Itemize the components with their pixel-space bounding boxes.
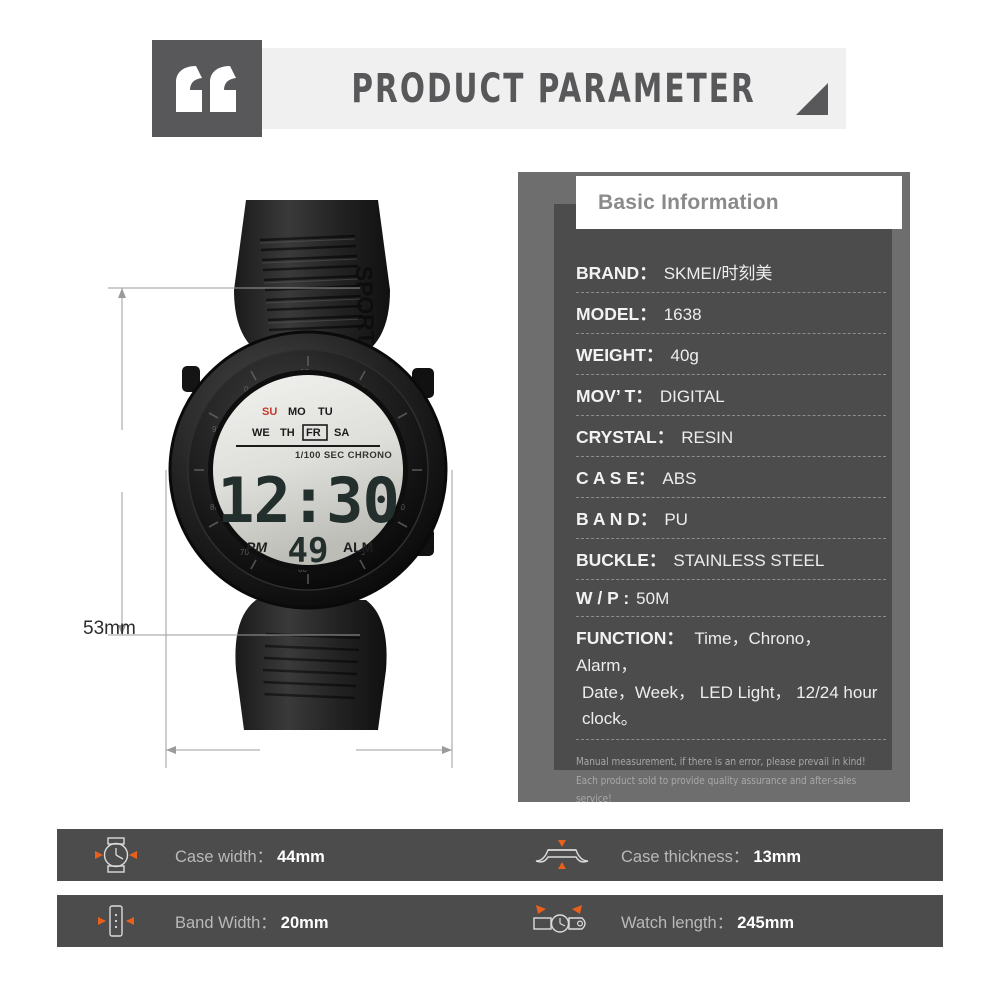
svg-text:1/100 SEC CHRONO: 1/100 SEC CHRONO — [295, 450, 392, 461]
spec-key: MODEL： — [576, 304, 657, 324]
spec-disclaimer: Manual measurement, if there is an error… — [576, 753, 871, 808]
spec-row-movement: MOV’ T： DIGITAL — [576, 375, 886, 416]
spec-value: DIGITAL — [659, 387, 725, 406]
feature-bar-watch-length: Watch length： 245mm — [503, 895, 943, 947]
page-title: PRODUCT PARAMETER — [351, 65, 757, 112]
feature-label: Case width： — [175, 848, 274, 866]
spec-row-function: FUNCTION： Time，Chrono， Alarm， Date，Week，… — [576, 617, 886, 741]
spec-panel: Basic Information BRAND： SKMEI/时刻美 MODEL… — [518, 172, 910, 805]
spec-value: SKMEI/时刻美 — [663, 264, 773, 283]
svg-text:SU: SU — [262, 406, 277, 418]
spec-panel-title: Basic Information — [598, 190, 779, 214]
feature-label: Watch length： — [621, 914, 734, 932]
disclaimer-line-2: Each product sold to provide quality ass… — [576, 774, 857, 806]
feature-bar-band-width: Band Width： 20mm — [57, 895, 503, 947]
watch-length-icon — [503, 901, 621, 941]
disclaimer-line-1: Manual measurement, if there is an error… — [576, 756, 866, 769]
spec-key: CRYSTAL： — [576, 427, 675, 447]
svg-text:ALM: ALM — [343, 539, 373, 555]
svg-text:12:30: 12:30 — [217, 464, 399, 537]
feature-bar-case-width: Case width： 44mm — [57, 829, 503, 881]
spec-row-brand: BRAND： SKMEI/时刻美 — [576, 251, 886, 293]
spec-value: PU — [664, 510, 688, 529]
spec-value: RESIN — [681, 428, 734, 447]
spec-row-buckle: BUCKLE： STAINLESS STEEL — [576, 539, 886, 580]
spec-value: ABS — [662, 469, 697, 488]
page-header: PRODUCT PARAMETER — [152, 40, 846, 137]
spec-key: C A S E： — [576, 468, 656, 488]
spec-key: W / P : — [576, 588, 630, 608]
svg-text:TU: TU — [318, 406, 333, 418]
svg-text:49: 49 — [288, 531, 329, 571]
spec-value: STAINLESS STEEL — [673, 551, 825, 570]
spec-key: B A N D： — [576, 509, 658, 529]
spec-rows: BRAND： SKMEI/时刻美 MODEL： 1638 WEIGHT： 40g… — [576, 251, 886, 808]
spec-panel-header: Basic Information — [576, 176, 902, 229]
watch-band-width-icon — [57, 901, 175, 941]
feature-value: 245mm — [737, 914, 795, 932]
spec-panel-inner: Basic Information BRAND： SKMEI/时刻美 MODEL… — [554, 176, 902, 805]
corner-triangle-icon — [796, 83, 828, 115]
product-photo-area: SPORT 1020 3 — [60, 170, 510, 935]
spec-key: BRAND： — [576, 263, 657, 283]
svg-text:MO: MO — [288, 406, 306, 418]
quote-mark-icon — [152, 40, 262, 137]
feature-text: Case width： 44mm — [175, 843, 325, 867]
spec-row-crystal: CRYSTAL： RESIN — [576, 416, 886, 457]
spec-row-weight: WEIGHT： 40g — [576, 334, 886, 375]
spec-value: 50M — [636, 589, 670, 608]
feature-text: Watch length： 245mm — [621, 909, 794, 933]
spec-key: BUCKLE： — [576, 550, 667, 570]
watch-product-image: SPORT 1020 3 — [108, 200, 453, 768]
dimension-height-label: 53mm — [83, 618, 136, 639]
feature-text: Band Width： 20mm — [175, 909, 329, 933]
feature-value: 44mm — [277, 848, 325, 866]
spec-value: 40g — [670, 346, 699, 365]
watch-thickness-icon — [503, 835, 621, 875]
spec-row-model: MODEL： 1638 — [576, 293, 886, 334]
spec-value-line2: Date，Week， LED Light， 12/24 hour clock。 — [582, 682, 878, 728]
spec-row-band: B A N D： PU — [576, 498, 886, 539]
feature-value: 20mm — [280, 914, 329, 932]
svg-text:FR: FR — [306, 427, 321, 439]
svg-text:WE: WE — [252, 427, 270, 439]
feature-label: Band Width： — [175, 914, 277, 932]
spec-key: FUNCTION： — [576, 628, 684, 648]
spec-row-water-resistance: W / P : 50M — [576, 580, 886, 617]
svg-text:TH: TH — [280, 427, 295, 439]
svg-text:SPORT: SPORT — [351, 265, 380, 345]
spec-row-case: C A S E： ABS — [576, 457, 886, 498]
svg-text:SA: SA — [334, 427, 349, 439]
spec-key: WEIGHT： — [576, 345, 664, 365]
spec-key: MOV’ T： — [576, 386, 653, 406]
spec-value: 1638 — [663, 305, 702, 324]
watch-case-width-icon — [57, 835, 175, 875]
header-banner: PRODUCT PARAMETER — [262, 48, 846, 129]
feature-bar-case-thickness: Case thickness： 13mm — [503, 829, 943, 881]
feature-text: Case thickness： 13mm — [621, 843, 801, 867]
feature-value: 13mm — [753, 848, 802, 866]
svg-text:PM: PM — [246, 539, 267, 555]
feature-label: Case thickness： — [621, 848, 750, 866]
